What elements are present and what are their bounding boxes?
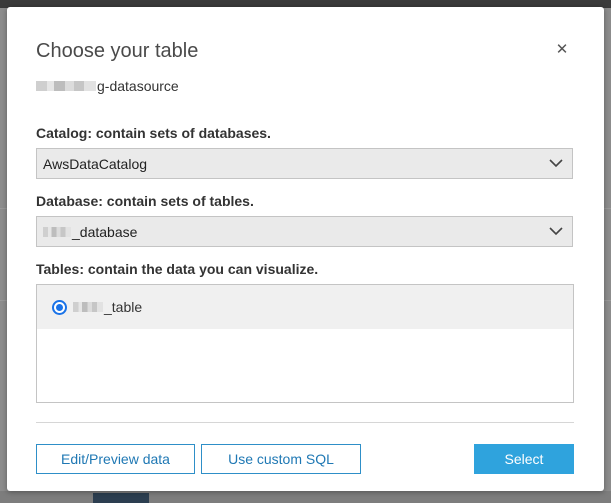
choose-table-dialog: Choose your table ✕ g-datasource Catalog… (7, 7, 604, 491)
tables-label: Tables: contain the data you can visuali… (36, 261, 319, 277)
edit-preview-button[interactable]: Edit/Preview data (36, 444, 195, 474)
chevron-down-icon (549, 159, 563, 168)
close-icon[interactable]: ✕ (555, 42, 569, 57)
catalog-label: Catalog: contain sets of databases. (36, 125, 271, 141)
table-name-suffix: _table (104, 299, 143, 315)
redacted-text (73, 302, 103, 312)
dialog-title: Choose your table (36, 40, 199, 62)
database-selected-value: _database (72, 223, 138, 240)
datasource-name: g-datasource (36, 78, 179, 94)
custom-sql-button[interactable]: Use custom SQL (201, 444, 361, 474)
datasource-name-suffix: g-datasource (97, 78, 179, 94)
redacted-text (43, 226, 71, 237)
chevron-down-icon (549, 227, 563, 236)
backdrop-row (0, 491, 611, 503)
footer-divider (36, 422, 574, 423)
radio-selected-icon[interactable] (52, 299, 67, 315)
backdrop-chip (93, 493, 149, 503)
catalog-selected-value: AwsDataCatalog (43, 155, 148, 172)
select-button[interactable]: Select (474, 444, 574, 474)
redacted-text (36, 81, 96, 91)
database-label: Database: contain sets of tables. (36, 193, 254, 209)
table-row[interactable]: _table (37, 285, 573, 329)
catalog-select[interactable]: AwsDataCatalog (36, 148, 573, 179)
table-name: _table (73, 299, 142, 315)
tables-list: _table (36, 284, 574, 403)
database-select[interactable]: _database (36, 216, 573, 247)
